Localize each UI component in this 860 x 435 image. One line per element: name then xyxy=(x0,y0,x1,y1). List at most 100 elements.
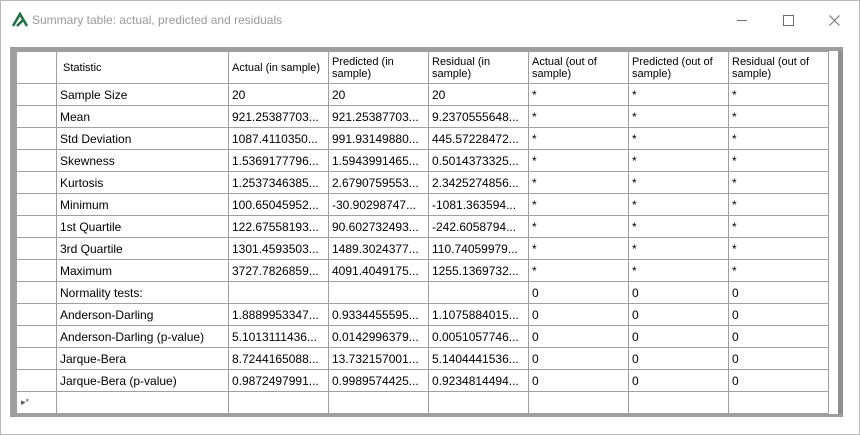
value-cell[interactable] xyxy=(428,281,529,304)
row-header[interactable] xyxy=(16,193,57,216)
value-cell[interactable]: 0.0142996379... xyxy=(328,325,429,348)
value-cell[interactable]: * xyxy=(728,149,829,172)
statistic-label-cell[interactable]: 1st Quartile xyxy=(56,215,229,238)
empty-cell[interactable] xyxy=(56,391,229,414)
column-header[interactable]: Residual (out of sample) xyxy=(728,51,829,84)
row-header[interactable] xyxy=(16,259,57,282)
row-header[interactable] xyxy=(16,105,57,128)
value-cell[interactable]: * xyxy=(528,127,629,150)
value-cell[interactable] xyxy=(328,281,429,304)
empty-cell[interactable] xyxy=(728,391,829,414)
value-cell[interactable]: 1.5369177796... xyxy=(228,149,329,172)
value-cell[interactable]: 8.7244165088... xyxy=(228,347,329,370)
value-cell[interactable]: 0 xyxy=(728,347,829,370)
statistic-label-cell[interactable]: Kurtosis xyxy=(56,171,229,194)
value-cell[interactable]: 921.25387703... xyxy=(328,105,429,128)
value-cell[interactable]: -30.90298747... xyxy=(328,193,429,216)
value-cell[interactable]: * xyxy=(628,259,729,282)
value-cell[interactable]: 991.93149880... xyxy=(328,127,429,150)
statistic-label-cell[interactable]: Mean xyxy=(56,105,229,128)
value-cell[interactable]: 0 xyxy=(728,369,829,392)
value-cell[interactable]: 0 xyxy=(628,325,729,348)
value-cell[interactable]: 1.1075884015... xyxy=(428,303,529,326)
value-cell[interactable]: * xyxy=(528,193,629,216)
value-cell[interactable]: 4091.4049175... xyxy=(328,259,429,282)
column-header[interactable]: Actual (in sample) xyxy=(228,51,329,84)
value-cell[interactable]: 0.9234814494... xyxy=(428,369,529,392)
row-header[interactable] xyxy=(16,237,57,260)
row-header[interactable] xyxy=(16,83,57,106)
value-cell[interactable]: * xyxy=(528,259,629,282)
value-cell[interactable]: 0 xyxy=(628,303,729,326)
empty-cell[interactable] xyxy=(628,391,729,414)
value-cell[interactable]: 1255.1369732... xyxy=(428,259,529,282)
value-cell[interactable]: 2.3425274856... xyxy=(428,171,529,194)
corner-cell[interactable] xyxy=(16,51,57,84)
statistic-label-cell[interactable]: Jarque-Bera (p-value) xyxy=(56,369,229,392)
value-cell[interactable]: -1081.363594... xyxy=(428,193,529,216)
value-cell[interactable]: 9.2370555648... xyxy=(428,105,529,128)
value-cell[interactable]: 20 xyxy=(328,83,429,106)
value-cell[interactable]: 5.1404441536... xyxy=(428,347,529,370)
value-cell[interactable]: * xyxy=(728,193,829,216)
value-cell[interactable]: 0 xyxy=(528,369,629,392)
value-cell[interactable]: * xyxy=(728,105,829,128)
column-header[interactable]: Predicted (out of sample) xyxy=(628,51,729,84)
value-cell[interactable]: * xyxy=(628,237,729,260)
value-cell[interactable]: 0 xyxy=(628,281,729,304)
value-cell[interactable]: 0 xyxy=(528,281,629,304)
empty-cell[interactable] xyxy=(428,391,529,414)
value-cell[interactable]: * xyxy=(728,127,829,150)
value-cell[interactable]: * xyxy=(528,237,629,260)
summary-grid[interactable]: Statistic Actual (in sample) Predicted (in… xyxy=(16,51,838,414)
value-cell[interactable]: * xyxy=(728,259,829,282)
value-cell[interactable]: 100.65045952... xyxy=(228,193,329,216)
value-cell[interactable] xyxy=(228,281,329,304)
value-cell[interactable]: -242.6058794... xyxy=(428,215,529,238)
value-cell[interactable]: 110.74059979... xyxy=(428,237,529,260)
value-cell[interactable]: 0 xyxy=(528,303,629,326)
value-cell[interactable]: * xyxy=(628,105,729,128)
minimize-button[interactable] xyxy=(719,1,765,39)
column-header[interactable]: Residual (in sample) xyxy=(428,51,529,84)
value-cell[interactable]: 0 xyxy=(728,325,829,348)
statistic-label-cell[interactable]: Skewness xyxy=(56,149,229,172)
value-cell[interactable]: * xyxy=(728,215,829,238)
value-cell[interactable]: 5.1013111436... xyxy=(228,325,329,348)
value-cell[interactable]: * xyxy=(528,171,629,194)
value-cell[interactable]: * xyxy=(528,83,629,106)
row-header[interactable] xyxy=(16,281,57,304)
value-cell[interactable]: 1.5943991465... xyxy=(328,149,429,172)
row-header[interactable] xyxy=(16,215,57,238)
value-cell[interactable]: 20 xyxy=(428,83,529,106)
title-bar[interactable]: Summary table: actual, predicted and res… xyxy=(1,1,859,39)
value-cell[interactable]: 90.602732493... xyxy=(328,215,429,238)
statistic-label-cell[interactable]: Anderson-Darling (p-value) xyxy=(56,325,229,348)
statistic-label-cell[interactable]: Anderson-Darling xyxy=(56,303,229,326)
value-cell[interactable]: * xyxy=(628,83,729,106)
value-cell[interactable]: * xyxy=(628,127,729,150)
value-cell[interactable]: * xyxy=(628,149,729,172)
value-cell[interactable]: 0 xyxy=(528,347,629,370)
value-cell[interactable]: * xyxy=(528,149,629,172)
value-cell[interactable]: 0 xyxy=(528,325,629,348)
value-cell[interactable]: 13.732157001... xyxy=(328,347,429,370)
maximize-button[interactable] xyxy=(765,1,811,39)
value-cell[interactable]: 1087.4110350... xyxy=(228,127,329,150)
statistic-label-cell[interactable]: Jarque-Bera xyxy=(56,347,229,370)
statistic-label-cell[interactable]: Std Deviation xyxy=(56,127,229,150)
statistic-label-cell[interactable]: Maximum xyxy=(56,259,229,282)
row-header[interactable] xyxy=(16,171,57,194)
value-cell[interactable]: 3727.7826859... xyxy=(228,259,329,282)
value-cell[interactable]: 122.67558193... xyxy=(228,215,329,238)
row-header[interactable] xyxy=(16,325,57,348)
value-cell[interactable]: 0 xyxy=(728,281,829,304)
column-header[interactable]: Statistic xyxy=(56,51,229,84)
value-cell[interactable]: * xyxy=(628,171,729,194)
row-header[interactable] xyxy=(16,303,57,326)
close-button[interactable] xyxy=(811,1,857,39)
new-row[interactable]: ▸* xyxy=(16,391,829,414)
value-cell[interactable]: 0 xyxy=(628,347,729,370)
value-cell[interactable]: 1.2537346385... xyxy=(228,171,329,194)
row-header[interactable] xyxy=(16,347,57,370)
